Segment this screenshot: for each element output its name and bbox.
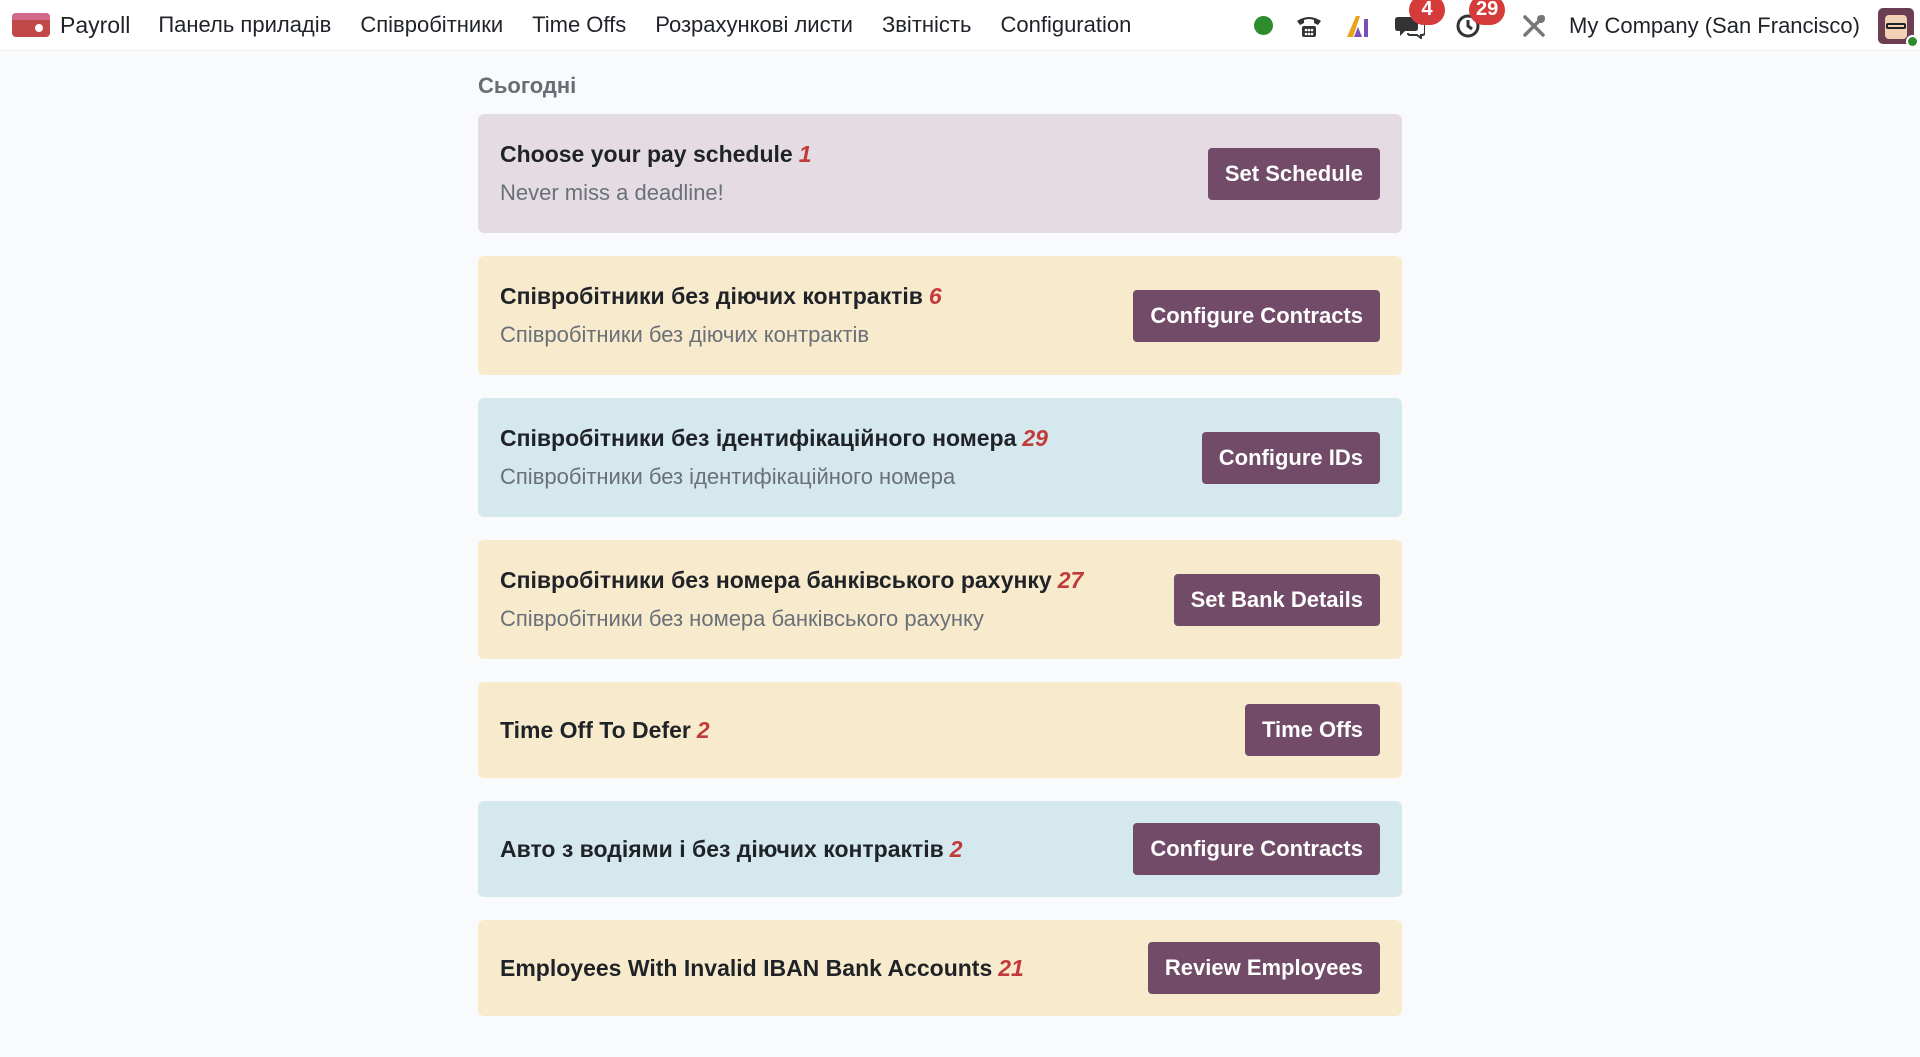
card-title-text: Співробітники без номера банківського ра…: [500, 567, 1052, 593]
menu-item-employees[interactable]: Співробітники: [360, 12, 503, 38]
online-status-icon: [1906, 34, 1919, 48]
card-count: 27: [1057, 567, 1084, 593]
messages-badge: 4: [1409, 0, 1446, 25]
card-pay-schedule: Choose your pay schedule 1 Never miss a d…: [478, 114, 1402, 233]
card-count: 2: [696, 717, 710, 743]
menu-item-payslips[interactable]: Розрахункові листи: [655, 12, 853, 38]
card-count: 1: [798, 141, 812, 167]
card-count: 6: [928, 283, 942, 309]
activities-badge: 29: [1469, 0, 1506, 25]
card-title: Time Off To Defer 2: [500, 715, 710, 745]
chat-icon[interactable]: 4: [1395, 0, 1446, 39]
menu-item-configuration[interactable]: Configuration: [1000, 12, 1131, 38]
menu-item-time-offs[interactable]: Time Offs: [532, 12, 626, 38]
card-no-id: Співробітники без ідентифікаційного номе…: [478, 398, 1402, 517]
card-subtitle: Співробітники без ідентифікаційного номе…: [500, 464, 956, 489]
user-avatar[interactable]: [1878, 7, 1919, 48]
card-title: Авто з водіями і без діючих контрактів 2: [500, 834, 963, 864]
configure-car-contracts-button[interactable]: Configure Contracts: [1133, 823, 1380, 875]
payroll-app-icon[interactable]: [12, 13, 50, 37]
configure-contracts-button[interactable]: Configure Contracts: [1133, 289, 1380, 342]
card-title: Employees With Invalid IBAN Bank Account…: [500, 953, 1024, 983]
menu-item-dashboard[interactable]: Панель приладів: [158, 12, 331, 38]
app-brand[interactable]: Payroll: [60, 12, 130, 39]
review-employees-button[interactable]: Review Employees: [1147, 942, 1380, 994]
card-text: Співробітники без номера банківського ра…: [500, 565, 1083, 634]
card-text: Співробітники без ідентифікаційного номе…: [500, 423, 1048, 492]
card-text: Time Off To Defer 2: [500, 715, 710, 745]
card-subtitle: Співробітники без номера банківського ра…: [500, 606, 984, 631]
card-title-text: Співробітники без ідентифікаційного номе…: [500, 425, 1017, 451]
card-text: Співробітники без діючих контрактів 6 Спі…: [500, 281, 942, 350]
top-navbar: Payroll Панель приладів Співробітники Ti…: [0, 0, 1920, 51]
section-title: Сьогодні: [478, 73, 577, 98]
card-count: 21: [998, 955, 1024, 981]
card-title: Співробітники без діючих контрактів 6: [500, 281, 942, 311]
card-time-off-defer: Time Off To Defer 2 Time Offs: [478, 682, 1402, 778]
card-subtitle: Never miss a deadline!: [500, 180, 724, 205]
card-cars-no-contracts: Авто з водіями і без діючих контрактів 2 …: [478, 801, 1402, 897]
card-text: Choose your pay schedule 1 Never miss a d…: [500, 139, 812, 208]
card-text: Employees With Invalid IBAN Bank Account…: [500, 953, 1024, 983]
card-title: Співробітники без ідентифікаційного номе…: [500, 423, 1048, 453]
card-no-bank-account: Співробітники без номера банківського ра…: [478, 540, 1402, 659]
status-dot-icon[interactable]: [1254, 16, 1274, 35]
card-title-text: Співробітники без діючих контрактів: [500, 283, 923, 309]
card-text: Авто з водіями і без діючих контрактів 2: [500, 834, 963, 864]
ai-icon[interactable]: [1345, 13, 1373, 39]
card-invalid-iban: Employees With Invalid IBAN Bank Account…: [478, 920, 1402, 1016]
phone-icon[interactable]: [1295, 13, 1323, 39]
set-bank-details-button[interactable]: Set Bank Details: [1173, 573, 1380, 626]
card-title-text: Employees With Invalid IBAN Bank Account…: [500, 955, 993, 981]
onboarding-panel: Сьогодні Choose your pay schedule 1 Never…: [478, 70, 1402, 1039]
menu-item-reporting[interactable]: Звітність: [882, 12, 972, 38]
configure-ids-button[interactable]: Configure IDs: [1201, 431, 1380, 484]
main-menu: Панель приладів Співробітники Time Offs …: [158, 12, 1160, 38]
card-count: 29: [1022, 425, 1048, 451]
clock-icon[interactable]: 29: [1455, 0, 1506, 39]
card-title: Співробітники без номера банківського ра…: [500, 565, 1083, 595]
company-switcher[interactable]: My Company (San Francisco): [1569, 13, 1860, 39]
avatar-glasses: [1886, 22, 1906, 29]
tools-icon[interactable]: [1521, 13, 1547, 39]
card-title: Choose your pay schedule 1: [500, 139, 812, 169]
card-title-text: Авто з водіями і без діючих контрактів: [500, 836, 944, 862]
card-no-contracts: Співробітники без діючих контрактів 6 Спі…: [478, 256, 1402, 375]
set-schedule-button[interactable]: Set Schedule: [1207, 147, 1380, 200]
card-count: 2: [949, 836, 963, 862]
card-subtitle: Співробітники без діючих контрактів: [500, 322, 870, 347]
card-title-text: Choose your pay schedule: [500, 141, 793, 167]
systray: 4 29 My Company (San Francisco): [1254, 0, 1920, 51]
time-offs-button[interactable]: Time Offs: [1244, 704, 1380, 756]
card-title-text: Time Off To Defer: [500, 717, 691, 743]
